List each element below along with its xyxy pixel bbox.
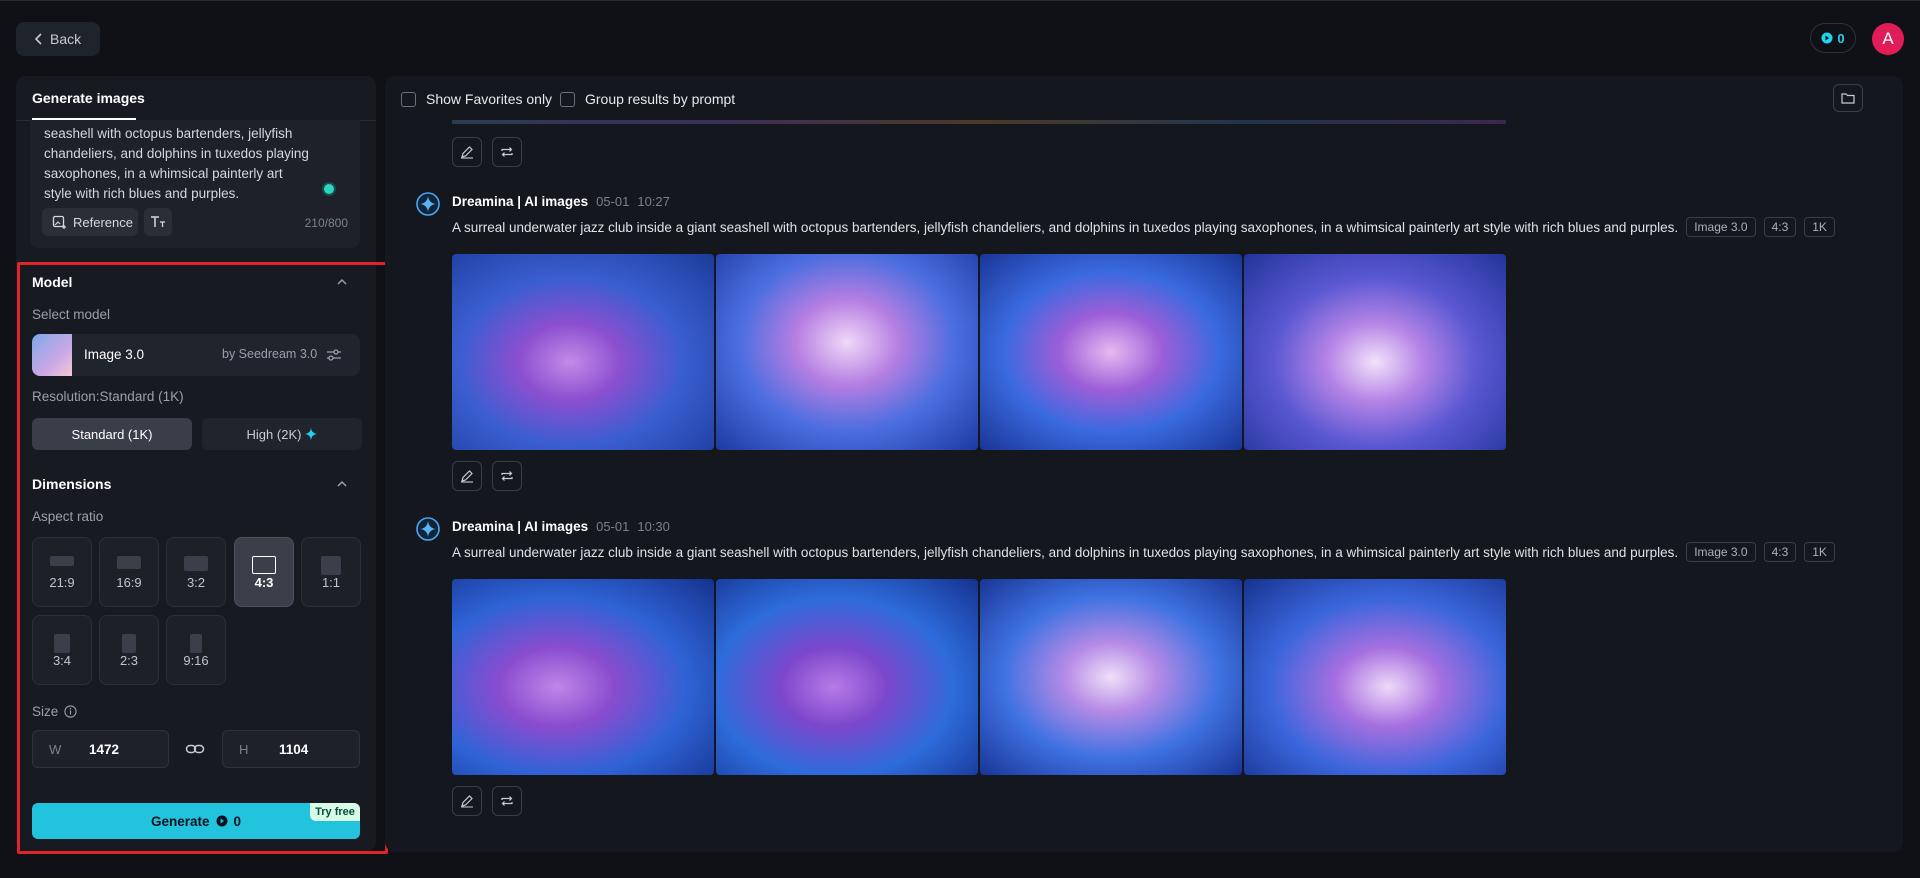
generation-date: 05-01 <box>596 519 630 534</box>
generation-date: 05-01 <box>596 194 630 209</box>
regenerate-button[interactable] <box>492 786 522 816</box>
generation-prompt-row: A surreal underwater jazz club inside a … <box>452 542 1835 562</box>
highlight-box <box>17 262 388 854</box>
credits-badge[interactable]: 0 <box>1810 23 1856 53</box>
image-add-icon <box>52 215 67 230</box>
ratio-tag: 4:3 <box>1763 542 1797 562</box>
checkbox-box[interactable] <box>401 91 416 107</box>
credits-count: 0 <box>1837 30 1845 46</box>
repeat-icon <box>500 145 514 159</box>
avatar[interactable]: A <box>1872 23 1904 55</box>
group-results-label: Group results by prompt <box>585 91 736 107</box>
generation-prompt[interactable]: A surreal underwater jazz club inside a … <box>452 220 1678 235</box>
prompt-text[interactable]: seashell with octopus bartenders, jellyf… <box>44 124 314 204</box>
resolution-tag: 1K <box>1804 217 1835 237</box>
prompt-input[interactable]: seashell with octopus bartenders, jellyf… <box>30 120 360 248</box>
model-tag: Image 3.0 <box>1686 542 1756 562</box>
pencil-icon <box>460 469 474 483</box>
regenerate-button[interactable] <box>492 461 522 491</box>
text-icon <box>150 215 166 229</box>
generation-source: Dreamina | AI images <box>452 519 589 534</box>
generation-time: 10:30 <box>637 519 670 534</box>
generation-source: Dreamina | AI images <box>452 194 589 209</box>
folder-button[interactable] <box>1833 84 1863 112</box>
generated-image[interactable] <box>716 254 978 450</box>
generation-prompt-row: A surreal underwater jazz club inside a … <box>452 217 1835 237</box>
back-label: Back <box>50 31 82 47</box>
repeat-icon <box>500 794 514 808</box>
generated-image[interactable] <box>452 254 714 450</box>
text-style-button[interactable] <box>144 208 172 236</box>
generated-image[interactable] <box>1244 254 1506 450</box>
top-divider <box>0 0 1920 1</box>
checkbox-box[interactable] <box>560 91 575 107</box>
generation-prompt[interactable]: A surreal underwater jazz club inside a … <box>452 545 1678 560</box>
generation-header: Dreamina | AI images 05-01 10:30 <box>452 519 670 534</box>
show-favorites-label: Show Favorites only <box>426 91 553 107</box>
generation-header: Dreamina | AI images 05-01 10:27 <box>452 194 670 209</box>
coin-icon <box>1821 32 1833 44</box>
generated-image[interactable] <box>980 254 1242 450</box>
previous-images-strip <box>452 120 1506 124</box>
generation-time: 10:27 <box>637 194 670 209</box>
regenerate-button[interactable] <box>492 137 522 167</box>
char-count: 210/800 <box>304 216 348 230</box>
pencil-icon <box>460 145 474 159</box>
generated-image[interactable] <box>716 579 978 775</box>
edit-button[interactable] <box>452 137 482 167</box>
edit-button[interactable] <box>452 786 482 816</box>
folder-icon <box>1841 92 1855 104</box>
edit-button[interactable] <box>452 461 482 491</box>
tab-generate-images[interactable]: Generate images <box>32 90 145 106</box>
reference-button[interactable]: Reference <box>42 208 138 236</box>
chevron-left-icon <box>34 33 44 45</box>
generated-image[interactable] <box>980 579 1242 775</box>
generated-image[interactable] <box>1244 579 1506 775</box>
dreamina-logo-icon <box>416 517 440 541</box>
model-tag: Image 3.0 <box>1686 217 1756 237</box>
status-dot <box>324 184 334 194</box>
pencil-icon <box>460 794 474 808</box>
ratio-tag: 4:3 <box>1763 217 1797 237</box>
back-button[interactable]: Back <box>16 22 100 56</box>
generated-image[interactable] <box>452 579 714 775</box>
results-panel: Show Favorites only Group results by pro… <box>385 76 1903 852</box>
resolution-tag: 1K <box>1804 542 1835 562</box>
repeat-icon <box>500 469 514 483</box>
group-results-checkbox[interactable]: Group results by prompt <box>560 91 735 107</box>
dreamina-logo-icon <box>416 192 440 216</box>
show-favorites-checkbox[interactable]: Show Favorites only <box>401 91 552 107</box>
reference-label: Reference <box>73 214 133 230</box>
